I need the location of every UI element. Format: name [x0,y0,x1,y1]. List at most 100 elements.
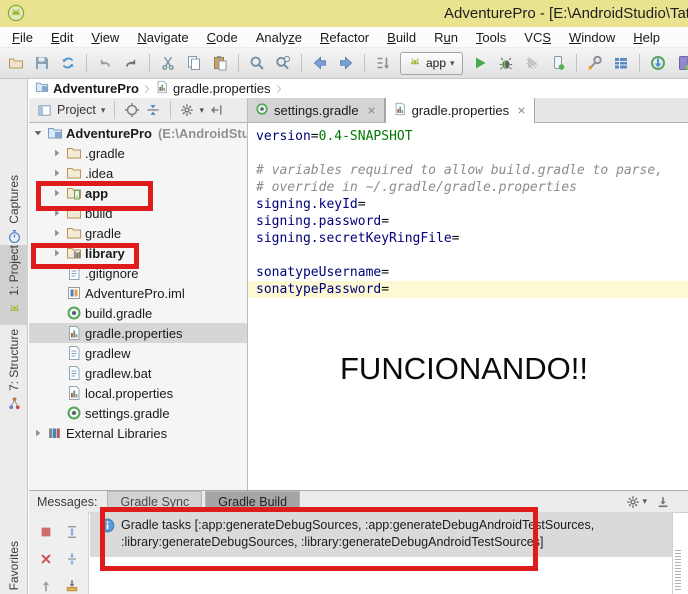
expand-all-button[interactable] [65,525,79,539]
menu-navigate[interactable]: Navigate [128,30,197,45]
editor-tab-settings-gradle[interactable]: settings.gradle [248,98,385,122]
modules-button[interactable] [609,51,633,75]
messages-scrollbar[interactable] [672,512,683,594]
expand-arrow-icon[interactable] [50,207,63,219]
editor-line[interactable]: version=0.4-SNAPSHOT [248,128,688,145]
editor-line[interactable]: sonatypeUsername= [248,264,688,281]
tree-item-gradle[interactable]: gradle [29,223,247,243]
collapse-all-button[interactable] [65,552,79,566]
messages-tab-gradle-sync[interactable]: Gradle Sync [107,491,203,512]
copy-button[interactable] [182,51,206,75]
run-config-combo[interactable]: app ▾ [400,51,463,75]
menu-analyze[interactable]: Analyze [247,30,311,45]
messages-tab-gradle-build[interactable]: Gradle Build [205,491,301,512]
coverage-button[interactable] [520,51,544,75]
editor-line[interactable]: # variables required to allow build.grad… [248,162,688,179]
editor-line[interactable] [248,247,688,264]
tree-item-gradlew-bat[interactable]: gradlew.bat [29,363,247,383]
expand-arrow-icon[interactable] [50,247,63,259]
tree-item--idea[interactable]: .idea [29,163,247,183]
editor-line[interactable]: # override in ~/.gradle/gradle.propertie… [248,179,688,196]
expand-arrow-icon[interactable] [50,147,63,159]
find-button[interactable] [245,51,269,75]
tree-item-external-libraries[interactable]: External Libraries [29,423,247,443]
export-button[interactable] [65,579,79,593]
expand-arrow-icon[interactable] [50,167,63,179]
menu-window[interactable]: Window [560,30,624,45]
open-folder-button[interactable] [4,51,28,75]
menu-vcs[interactable]: VCS [515,30,560,45]
tree-item-build[interactable]: build [29,203,247,223]
menu-file[interactable]: File [3,30,42,45]
tree-item-build-gradle[interactable]: build.gradle [29,303,247,323]
cut-button[interactable] [156,51,180,75]
tree-item-adventurepro-iml[interactable]: AdventurePro.iml [29,283,247,303]
editor-tab-gradle-properties[interactable]: gradle.properties [384,98,536,123]
close-red-button[interactable] [39,552,53,566]
sync-button[interactable] [56,51,80,75]
tool-window-tab-favorites[interactable]: 2: Favorites [0,541,28,594]
close-tab-icon[interactable] [366,105,377,116]
redo-button[interactable] [119,51,143,75]
menu-view[interactable]: View [82,30,128,45]
project-view-selector[interactable]: Project [57,103,96,117]
tool-window-tab-structure[interactable]: 7: Structure [0,329,28,431]
menu-code[interactable]: Code [198,30,247,45]
avd-button[interactable] [672,51,688,75]
tree-item-settings-gradle[interactable]: settings.gradle [29,403,247,423]
debug-button[interactable] [494,51,518,75]
back-button[interactable] [308,51,332,75]
tree-item-local-properties[interactable]: local.properties [29,383,247,403]
tool-window-tab-captures[interactable]: Captures [0,175,28,243]
editor-line[interactable]: signing.keyId= [248,196,688,213]
editor-line[interactable]: sonatypePassword= [248,281,688,298]
editor-line[interactable] [248,145,688,162]
dock-panel-button[interactable] [656,495,670,509]
expand-arrow-icon[interactable] [50,187,63,199]
run-button[interactable] [468,51,492,75]
menu-refactor[interactable]: Refactor [311,30,378,45]
menu-build[interactable]: Build [378,30,425,45]
sort-button[interactable] [371,51,395,75]
tool-window-tab-project[interactable]: 1: Project [0,245,28,325]
up-button[interactable] [39,579,53,593]
chevron-down-icon: ▾ [199,104,204,115]
replace-button[interactable] [271,51,295,75]
editor-line[interactable]: signing.password= [248,213,688,230]
paste-button[interactable] [208,51,232,75]
scrollbar-thumb[interactable] [675,550,681,592]
expand-arrow-icon[interactable] [31,427,44,439]
forward-button[interactable] [334,51,358,75]
tree-item--gradle[interactable]: .gradle [29,143,247,163]
menu-edit[interactable]: Edit [42,30,82,45]
tree-item-adventurepro[interactable]: AdventurePro (E:\AndroidStu [29,123,247,143]
stop-button[interactable] [39,525,53,539]
menu-help[interactable]: Help [624,30,669,45]
tree-item-gradle-properties[interactable]: gradle.properties [29,323,247,343]
messages-settings-button[interactable] [626,495,640,509]
tree-item-library[interactable]: library [29,243,247,263]
breadcrumb-item-gradle-properties[interactable]: gradle.properties [155,80,271,97]
tree-item-gradlew[interactable]: gradlew [29,343,247,363]
menu-run[interactable]: Run [425,30,467,45]
undo-button[interactable] [93,51,117,75]
properties-file-icon [66,325,82,341]
scroll-to-source-button[interactable] [124,102,140,118]
gradle-sync-button[interactable] [646,51,670,75]
wrench-button[interactable] [583,51,607,75]
editor[interactable]: version=0.4-SNAPSHOT # variables required… [248,123,688,490]
tree-item-app[interactable]: app [29,183,247,203]
collapse-arrow-icon[interactable] [31,127,44,139]
collapse-all-button[interactable] [145,102,161,118]
editor-line[interactable]: signing.secretKeyRingFile= [248,230,688,247]
expand-arrow-icon[interactable] [50,227,63,239]
attach-button[interactable] [546,51,570,75]
panel-settings-button[interactable] [180,103,194,117]
gradle-tasks-message[interactable]: Gradle tasks [:app:generateDebugSources,… [90,512,672,557]
breadcrumb-item-adventurepro[interactable]: AdventurePro [35,80,139,97]
close-tab-icon[interactable] [516,105,527,116]
menu-tools[interactable]: Tools [467,30,515,45]
hide-panel-button[interactable] [209,103,223,117]
save-button[interactable] [30,51,54,75]
tree-item--gitignore[interactable]: .gitignore [29,263,247,283]
